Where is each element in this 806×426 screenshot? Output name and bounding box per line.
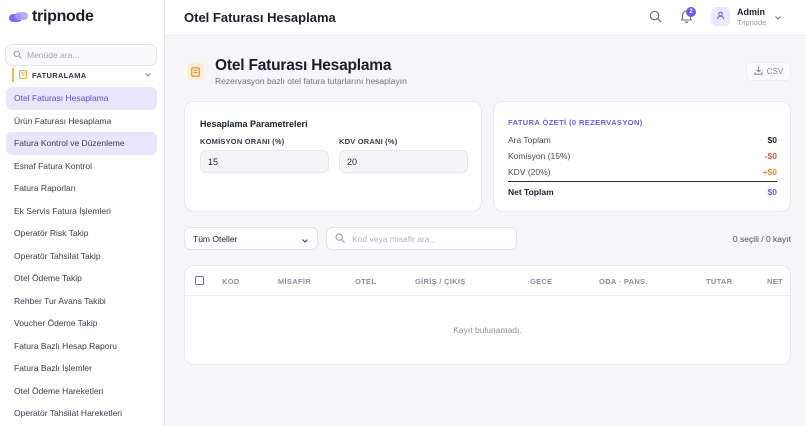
- vat-summary-label: KDV (20%): [508, 167, 551, 177]
- sidebar-item-fatura-bazli-islemler[interactable]: Fatura Bazlı İşlemler: [6, 357, 157, 380]
- sidebar-item-operator-tahsilat-hareketleri[interactable]: Operatör Tahsilat Hareketleri: [6, 402, 157, 425]
- download-icon: [754, 66, 763, 77]
- summary-commission-row: Komisyon (15%) -$0: [508, 151, 777, 161]
- table-header: KOD MİSAFİR OTEL GİRİŞ / ÇIKIŞ GECE ODA …: [185, 266, 790, 296]
- sidebar-item-operator-risk[interactable]: Operatör Risk Takip: [6, 222, 157, 245]
- section-label: FATURALAMA: [32, 70, 87, 80]
- search-icon[interactable]: [649, 10, 662, 25]
- vat-label: KDV ORANI (%): [339, 137, 398, 146]
- invoice-icon: [187, 63, 204, 80]
- logo-text: tripnode: [32, 8, 94, 25]
- topbar: Otel Faturası Hesaplama 2 Admin Tripnode: [165, 0, 806, 36]
- chevron-down-icon: [301, 236, 309, 246]
- reservations-table: KOD MİSAFİR OTEL GİRİŞ / ÇIKIŞ GECE ODA …: [184, 265, 791, 365]
- menu-search-input[interactable]: [27, 50, 147, 60]
- user-name[interactable]: Admin: [737, 7, 765, 17]
- user-org: Tripnode: [737, 18, 767, 27]
- summary-subtotal-row: Ara Toplam $0: [508, 135, 777, 145]
- sidebar-nav: Otel Faturası Hesaplama Ürün Faturası He…: [6, 87, 157, 425]
- empty-state: Kayıt bulunamadı.: [453, 325, 522, 335]
- sidebar-item-otel-odeme-hareketleri[interactable]: Otel Ödeme Hareketleri: [6, 380, 157, 403]
- select-all-checkbox[interactable]: [195, 276, 204, 285]
- sidebar: tripnode FATURALAMA Otel Faturası Hesapl…: [0, 0, 165, 426]
- csv-export-button[interactable]: CSV: [746, 62, 791, 81]
- logo-mark-icon: [9, 11, 29, 23]
- sidebar-item-voucher-odeme[interactable]: Voucher Ödeme Takip: [6, 312, 157, 335]
- sidebar-item-rehber-tur-avans[interactable]: Rehber Tur Avans Takibi: [6, 290, 157, 313]
- chevron-down-icon[interactable]: [774, 13, 782, 23]
- subtotal-label: Ara Toplam: [508, 135, 551, 145]
- hotel-select[interactable]: Tüm Oteller: [184, 227, 318, 250]
- code-guest-search-input[interactable]: [352, 233, 512, 244]
- section-faturalama[interactable]: FATURALAMA: [12, 68, 152, 82]
- sidebar-item-fatura-bazli-rapor[interactable]: Fatura Bazlı Hesap Raporu: [6, 335, 157, 358]
- col-net[interactable]: NET: [767, 277, 783, 286]
- commission-summary-label: Komisyon (15%): [508, 151, 571, 161]
- col-gece[interactable]: GECE: [530, 277, 552, 286]
- invoice-summary-card: FATURA ÖZETİ (0 REZERVASYON) Ara Toplam …: [493, 101, 791, 212]
- commission-label: KOMİSYON ORANI (%): [200, 137, 285, 146]
- avatar[interactable]: [711, 7, 730, 26]
- summary-vat-row: KDV (20%) +$0: [508, 167, 777, 177]
- notification-badge: 2: [686, 7, 696, 17]
- chevron-down-icon: [144, 70, 152, 80]
- vat-summary-value: +$0: [762, 167, 777, 177]
- sidebar-item-otel-faturasi-hesaplama[interactable]: Otel Faturası Hesaplama: [6, 87, 157, 110]
- col-kod[interactable]: KOD: [222, 277, 240, 286]
- hotel-select-value: Tüm Oteller: [193, 233, 238, 244]
- sidebar-item-fatura-kontrol[interactable]: Fatura Kontrol ve Düzenleme: [6, 132, 157, 155]
- sidebar-item-fatura-raporlari[interactable]: Fatura Raporları: [6, 177, 157, 200]
- invoice-icon: [19, 69, 27, 81]
- net-value: $0: [767, 187, 777, 197]
- col-oda-pans[interactable]: ODA · PANS.: [599, 277, 648, 286]
- sidebar-item-esnaf-fatura-kontrol[interactable]: Esnaf Fatura Kontrol: [6, 155, 157, 178]
- col-tutar[interactable]: TUTAR: [706, 277, 732, 286]
- calculation-params-card: Hesaplama Parametreleri KOMİSYON ORANI (…: [184, 101, 482, 212]
- page-title: Otel Faturası Hesaplama: [215, 57, 392, 74]
- menu-search[interactable]: [5, 44, 157, 66]
- logo[interactable]: tripnode: [9, 8, 94, 26]
- commission-input[interactable]: [200, 150, 329, 173]
- user-icon: [716, 11, 725, 22]
- col-giris-cikis[interactable]: GİRİŞ / ÇIKIŞ: [415, 277, 466, 286]
- csv-label: CSV: [766, 67, 784, 76]
- page-subtitle: Rezervasyon bazlı otel fatura tutarların…: [215, 76, 407, 86]
- summary-net-row: Net Toplam $0: [508, 187, 777, 197]
- sidebar-item-operator-tahsilat[interactable]: Operatör Tahsilat Takip: [6, 245, 157, 268]
- summary-divider: [508, 181, 777, 182]
- search-icon: [335, 233, 345, 245]
- subtotal-value: $0: [767, 135, 777, 145]
- topbar-title: Otel Faturası Hesaplama: [184, 10, 336, 25]
- code-guest-search[interactable]: [326, 227, 517, 250]
- vat-input[interactable]: [339, 150, 468, 173]
- col-otel[interactable]: OTEL: [355, 277, 376, 286]
- sidebar-item-urun-faturasi-hesaplama[interactable]: Ürün Faturası Hesaplama: [6, 110, 157, 133]
- summary-title: FATURA ÖZETİ (0 REZERVASYON): [508, 118, 643, 127]
- sidebar-item-otel-odeme-takip[interactable]: Otel Ödeme Takip: [6, 267, 157, 290]
- selection-count: 0 seçili / 0 kayıt: [732, 234, 791, 244]
- net-label: Net Toplam: [508, 187, 554, 197]
- search-icon: [13, 50, 22, 61]
- col-misafir[interactable]: MİSAFİR: [278, 277, 311, 286]
- params-title: Hesaplama Parametreleri: [200, 119, 308, 129]
- commission-summary-value: -$0: [764, 151, 777, 161]
- sidebar-item-ek-servis[interactable]: Ek Servis Fatura İşlemleri: [6, 200, 157, 223]
